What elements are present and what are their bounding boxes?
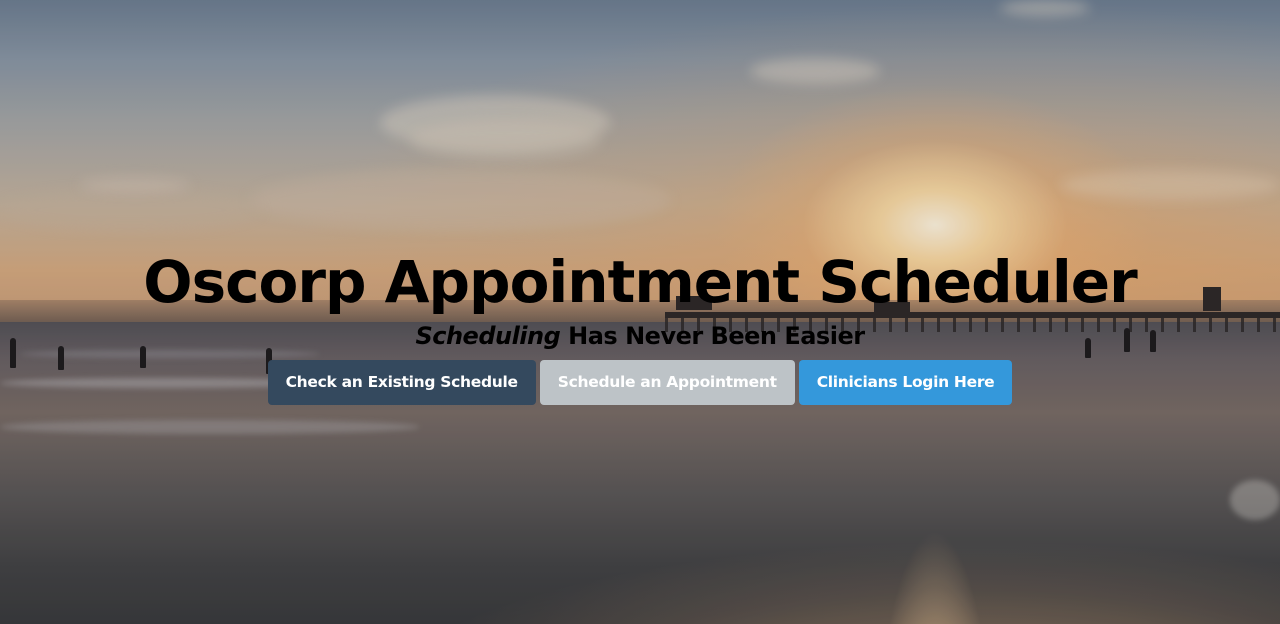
subtitle-text: Has Never Been Easier [560,322,865,350]
hero-section: Oscorp Appointment Scheduler Scheduling … [0,0,1280,624]
clinicians-login-button[interactable]: Clinicians Login Here [798,360,1013,405]
action-buttons: Check an Existing Schedule Schedule an A… [0,360,1280,405]
hero-content: Oscorp Appointment Scheduler Scheduling … [0,244,1280,405]
schedule-appointment-button[interactable]: Schedule an Appointment [539,360,795,405]
page-title: Oscorp Appointment Scheduler [143,248,1137,316]
check-schedule-button[interactable]: Check an Existing Schedule [267,360,536,405]
subtitle-emphasis: Scheduling [415,322,561,350]
page-subtitle: Scheduling Has Never Been Easier [0,320,1280,352]
